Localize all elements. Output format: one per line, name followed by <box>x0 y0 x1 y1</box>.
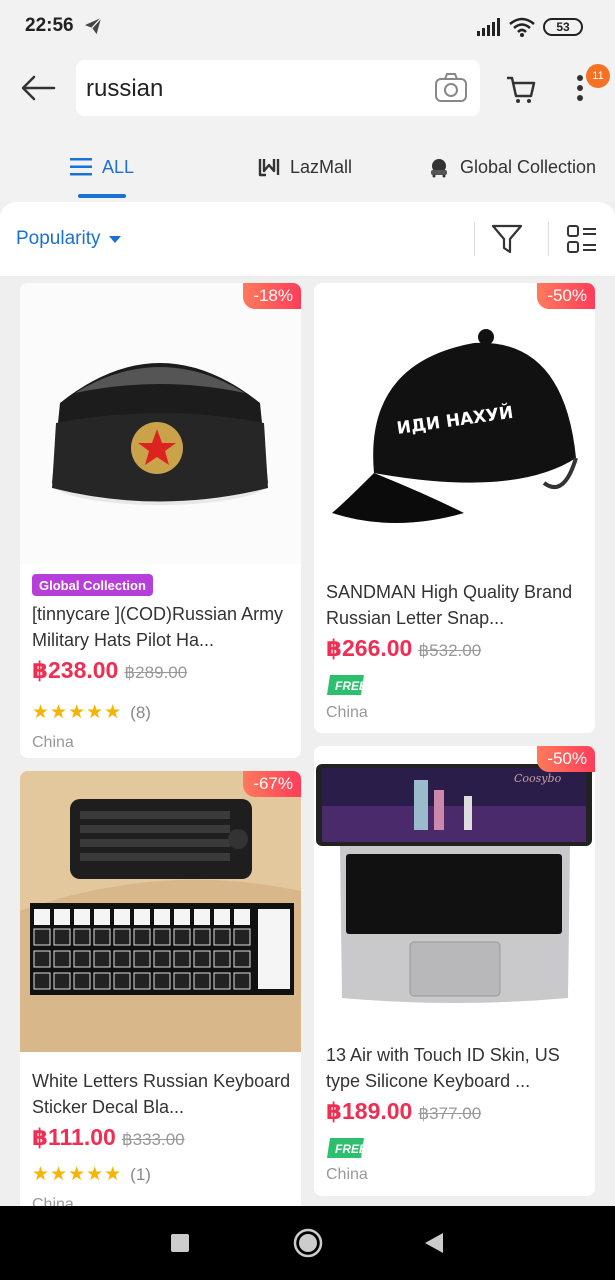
status-bar: 22:56 53 <box>0 0 615 56</box>
free-shipping-badge: FREE <box>327 675 366 695</box>
product-price: ฿111.00 <box>32 1124 116 1150</box>
product-location: China <box>326 1166 368 1183</box>
product-grid: -18% Global Collection [tinnycare ](COD)… <box>0 276 615 1206</box>
divider <box>474 222 475 256</box>
rating: ★★★★★ (8) <box>32 701 151 724</box>
search-query[interactable]: russian <box>86 75 163 103</box>
search-input[interactable]: russian <box>76 60 480 116</box>
system-nav-bar <box>0 1206 615 1280</box>
product-card[interactable]: Coosybo -50% 13 Air with Touch ID Skin, … <box>314 746 595 1196</box>
product-location: China <box>32 1196 74 1206</box>
product-title: White Letters Russian Keyboard Sticker D… <box>32 1071 291 1117</box>
search-header: russian 11 <box>0 56 615 122</box>
product-location: China <box>326 704 368 721</box>
layout-toggle-icon[interactable] <box>566 224 598 256</box>
original-price: ฿532.00 <box>418 641 482 660</box>
product-title: 13 Air with Touch ID Skin, US type Silic… <box>326 1045 560 1091</box>
product-image <box>20 771 301 1052</box>
price-row: ฿111.00 ฿333.00 <box>32 1124 185 1151</box>
star-rating-icon: ★★★★★ <box>32 702 123 723</box>
back-button-icon[interactable] <box>423 1231 445 1255</box>
original-price: ฿377.00 <box>418 1104 482 1123</box>
price-row: ฿189.00 ฿377.00 <box>326 1098 481 1125</box>
caret-down-icon <box>108 235 121 243</box>
product-location: China <box>32 734 74 751</box>
product-price: ฿266.00 <box>326 635 413 661</box>
product-title: SANDMAN High Quality Brand Russian Lette… <box>326 582 573 628</box>
product-card[interactable]: -18% Global Collection [tinnycare ](COD)… <box>20 283 301 758</box>
original-price: ฿333.00 <box>121 1130 185 1149</box>
tab-global-collection[interactable]: Global Collection <box>428 152 596 182</box>
free-shipping-badge: FREE <box>327 1138 366 1158</box>
price-row: ฿238.00 ฿289.00 <box>32 657 187 684</box>
rating-count: (1) <box>130 1164 151 1184</box>
product-card[interactable]: ИДИ НАХУЙ -50% SANDMAN High Quality Bran… <box>314 283 595 733</box>
discount-badge: -67% <box>243 771 301 797</box>
free-label: FREE <box>335 679 366 693</box>
wifi-icon <box>509 17 535 37</box>
lazmall-icon <box>258 159 280 177</box>
telegram-icon <box>84 17 102 35</box>
discount-badge: -50% <box>537 283 595 309</box>
tab-lazmall-label: LazMall <box>290 156 353 177</box>
product-price: ฿189.00 <box>326 1098 413 1124</box>
product-title: [tinnycare ](COD)Russian Army Military H… <box>32 604 284 650</box>
star-rating-icon: ★★★★★ <box>32 1164 123 1185</box>
rating-count: (8) <box>130 702 151 722</box>
camera-icon[interactable] <box>434 72 468 104</box>
battery-indicator: 53 <box>543 18 583 36</box>
cart-icon[interactable] <box>504 72 538 106</box>
tab-all-label: ALL <box>102 156 135 177</box>
status-time: 22:56 <box>25 15 74 36</box>
signal-icon <box>477 18 500 36</box>
global-collection-tag: Global Collection <box>32 574 153 596</box>
global-collection-icon <box>431 159 447 178</box>
back-arrow-icon[interactable] <box>18 72 58 104</box>
status-icons: 53 <box>477 14 583 40</box>
tab-all[interactable]: ALL <box>70 152 134 182</box>
brand-watermark: Coosybo <box>514 772 562 785</box>
product-image <box>20 283 301 564</box>
tab-global-label: Global Collection <box>460 156 597 177</box>
active-tab-indicator <box>78 194 126 198</box>
free-label: FREE <box>335 1142 366 1156</box>
product-price: ฿238.00 <box>32 657 119 683</box>
home-button-icon[interactable] <box>293 1228 323 1258</box>
sort-dropdown[interactable]: Popularity <box>16 228 121 250</box>
product-card[interactable]: -67% White Letters Russian Keyboard Stic… <box>20 771 301 1206</box>
notification-badge: 11 <box>586 64 610 88</box>
product-image: Coosybo <box>314 746 595 1027</box>
filter-icon[interactable] <box>490 222 524 256</box>
tab-lazmall[interactable]: LazMall <box>258 152 352 182</box>
original-price: ฿289.00 <box>124 663 188 682</box>
rating: ★★★★★ (1) <box>32 1163 151 1186</box>
price-row: ฿266.00 ฿532.00 <box>326 635 481 662</box>
divider <box>548 222 549 256</box>
discount-badge: -50% <box>537 746 595 772</box>
sort-label: Popularity <box>16 228 101 249</box>
recents-button-icon[interactable] <box>170 1233 190 1253</box>
discount-badge: -18% <box>243 283 301 309</box>
category-tabs: ALL LazMall Global Collection <box>0 122 615 202</box>
product-image: ИДИ НАХУЙ <box>314 283 595 564</box>
filter-bar: Popularity <box>0 202 615 276</box>
list-icon <box>70 158 92 176</box>
